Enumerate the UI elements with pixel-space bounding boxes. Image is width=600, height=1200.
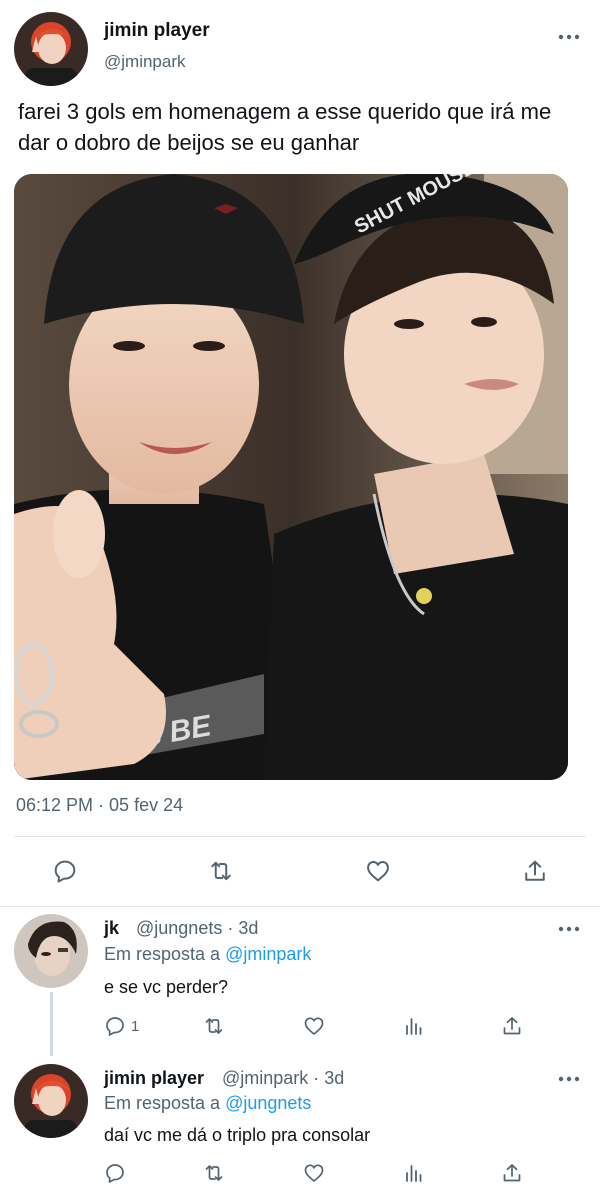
replying-prefix: Em resposta a xyxy=(104,944,221,964)
replying-prefix: Em resposta a xyxy=(104,1093,221,1113)
share-icon[interactable] xyxy=(500,1014,524,1038)
share-icon[interactable] xyxy=(500,1161,524,1185)
display-name[interactable]: jimin player xyxy=(104,20,210,42)
replying-to: Em resposta a @jungnets xyxy=(104,1093,311,1114)
analytics-icon[interactable] xyxy=(402,1014,426,1038)
reply-text: daí vc me dá o triplo pra consolar xyxy=(104,1125,371,1145)
replying-to: Em resposta a @jminpark xyxy=(104,944,311,965)
reply-age[interactable]: 3d xyxy=(324,1068,344,1088)
handle[interactable]: @jminpark xyxy=(222,1068,308,1088)
reply-text: e se vc perder? xyxy=(104,977,229,997)
thread-line xyxy=(50,992,53,1056)
replying-to-link[interactable]: @jminpark xyxy=(225,944,311,964)
divider xyxy=(14,836,586,837)
reply-icon[interactable] xyxy=(103,1161,127,1185)
like-icon[interactable] xyxy=(364,857,392,885)
reply-count: 1 xyxy=(131,1018,140,1035)
more-options-icon[interactable] xyxy=(558,32,580,42)
retweet-icon[interactable] xyxy=(207,857,235,885)
retweet-icon[interactable] xyxy=(202,1161,226,1185)
like-icon[interactable] xyxy=(302,1014,326,1038)
retweet-icon[interactable] xyxy=(202,1014,226,1038)
avatar[interactable] xyxy=(14,1064,88,1138)
handle[interactable]: @jminpark xyxy=(104,52,186,72)
reply-icon[interactable] xyxy=(103,1014,127,1038)
more-options-icon[interactable] xyxy=(558,924,580,934)
display-name[interactable]: jk xyxy=(104,918,119,939)
avatar[interactable] xyxy=(14,12,88,86)
more-options-icon[interactable] xyxy=(558,1074,580,1084)
reply-icon[interactable] xyxy=(51,857,79,885)
divider xyxy=(0,906,600,907)
reply-meta: @jungnets · 3d xyxy=(136,918,259,938)
handle[interactable]: @jungnets xyxy=(136,918,222,938)
share-icon[interactable] xyxy=(521,857,549,885)
like-icon[interactable] xyxy=(302,1161,326,1185)
reply-age[interactable]: 3d xyxy=(238,918,258,938)
avatar[interactable] xyxy=(14,914,88,988)
tweet-timestamp[interactable]: 06:12 PM · 05 fev 24 xyxy=(16,795,183,816)
display-name[interactable]: jimin player xyxy=(104,1068,204,1089)
tweet-text: farei 3 gols em homenagem a esse querido… xyxy=(18,99,552,155)
reply-meta: @jminpark · 3d xyxy=(222,1068,345,1088)
tweet-photo[interactable]: SHUT MOUSE BTS BE xyxy=(14,174,568,780)
analytics-icon[interactable] xyxy=(402,1161,426,1185)
replying-to-link[interactable]: @jungnets xyxy=(225,1093,311,1113)
